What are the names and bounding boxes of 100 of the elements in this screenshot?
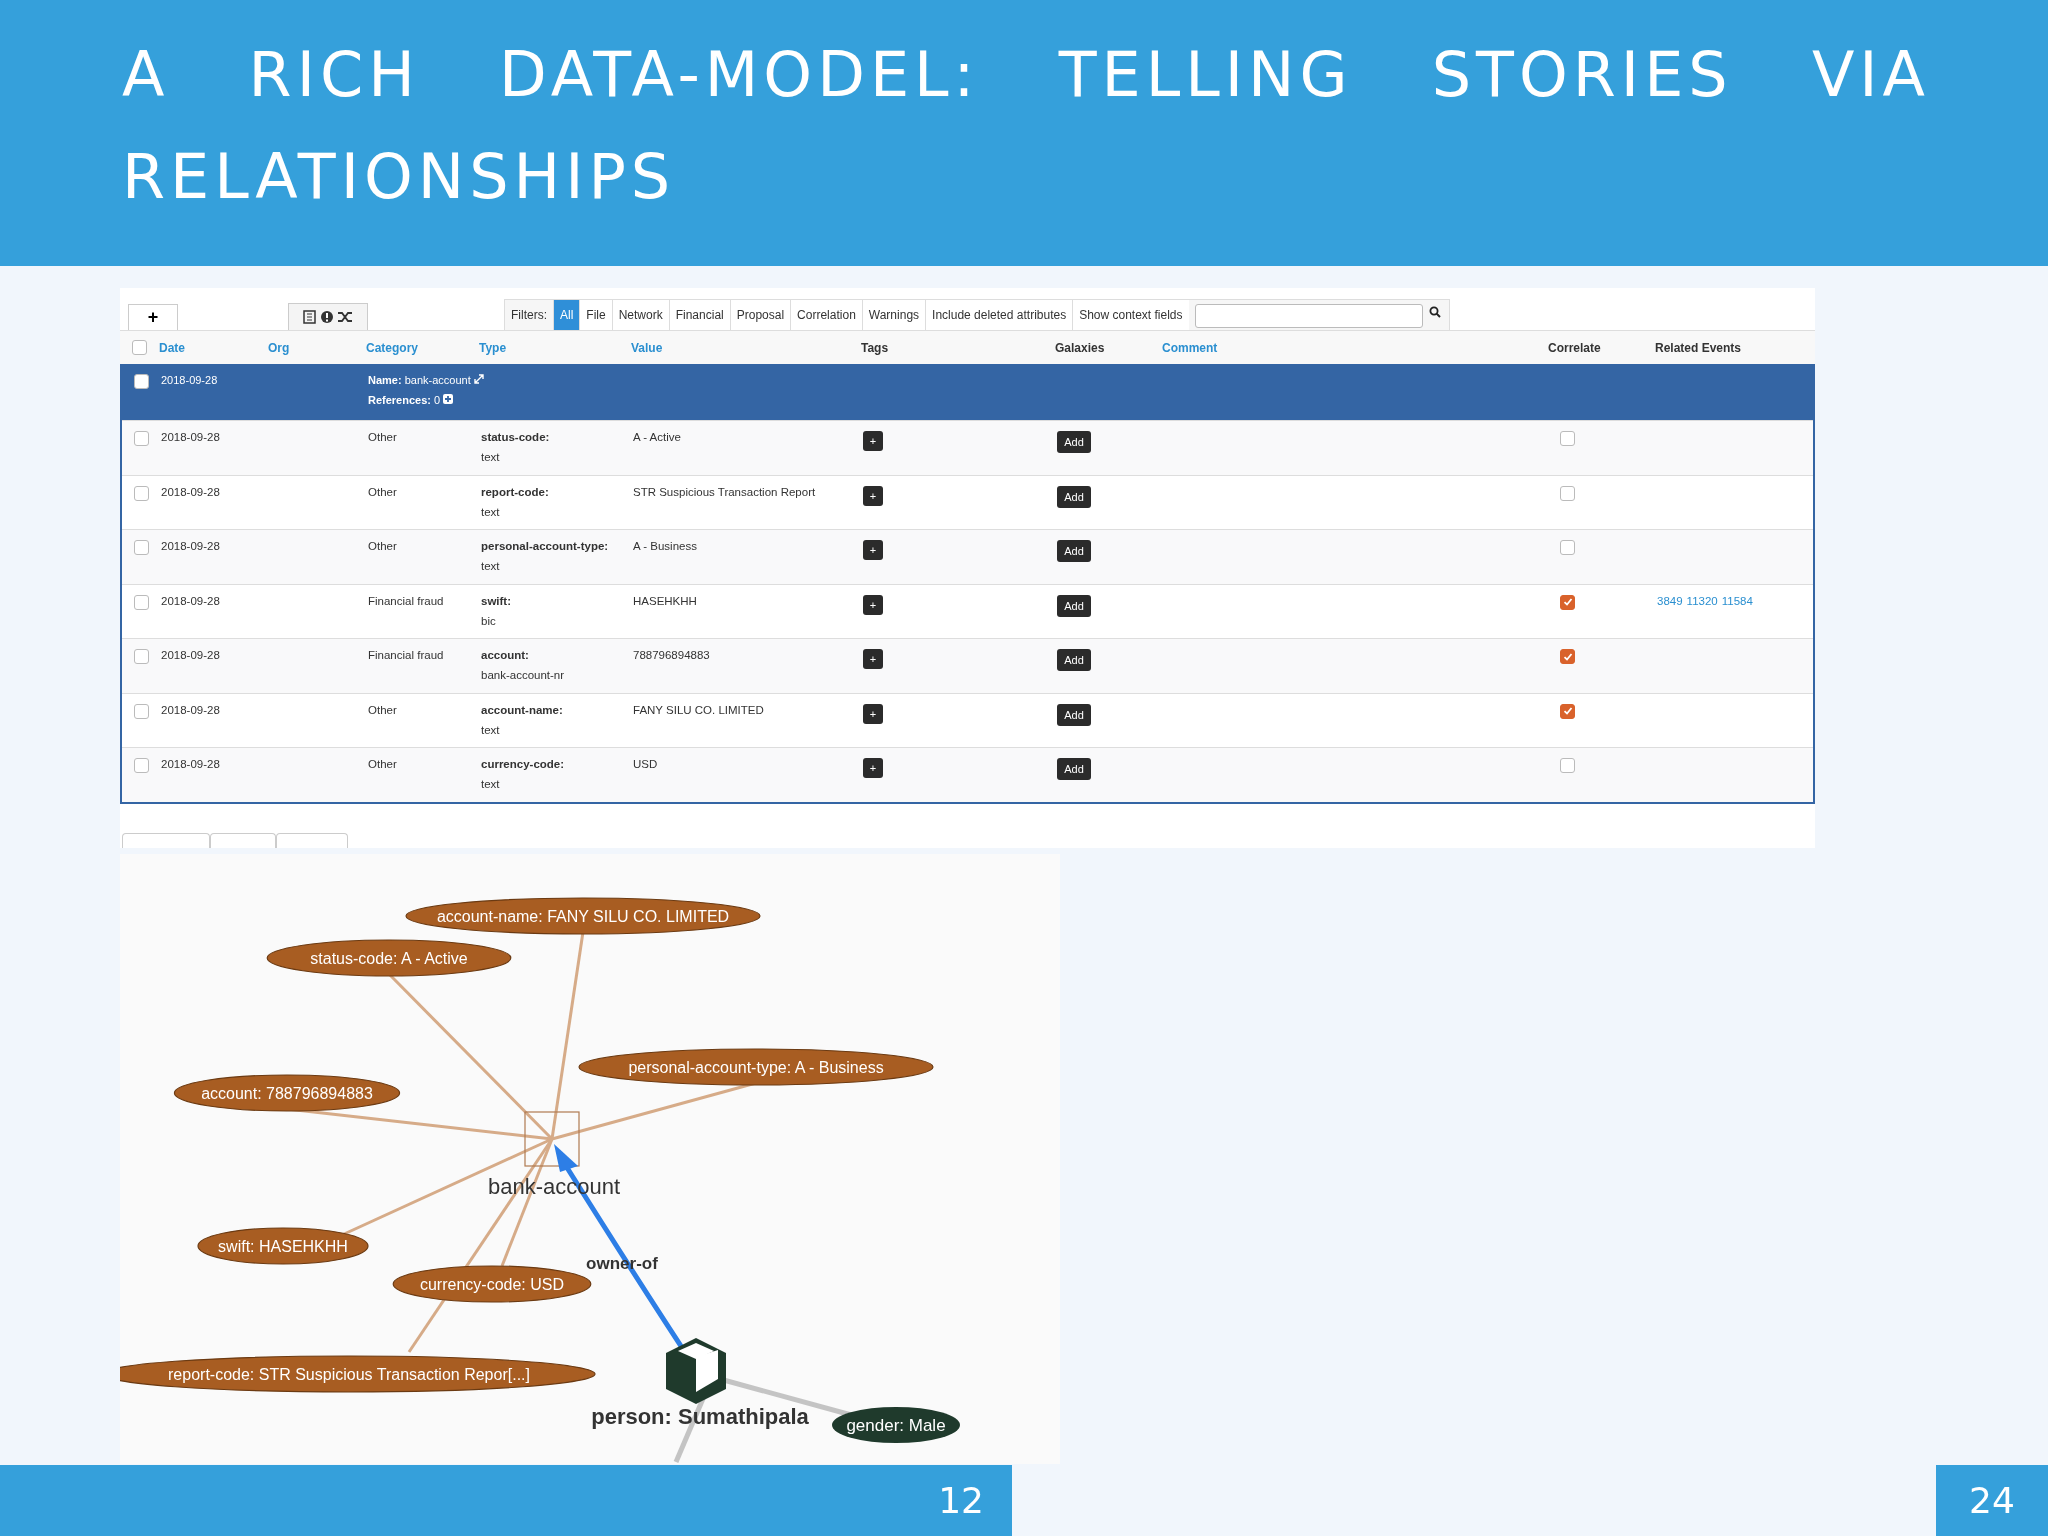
type-label: account: [481,649,530,661]
add-tag-button[interactable]: + [863,540,883,560]
attribute-node[interactable]: account: 788796894883 [173,1074,401,1112]
correlate-checkbox[interactable] [1560,431,1575,446]
type-label: account-name: [481,703,564,716]
check-icon [1562,597,1573,607]
row-checkbox[interactable] [134,374,149,389]
type-label: report-code: [481,485,550,498]
filter-tab[interactable]: Show context fields [1072,300,1189,330]
add-galaxy-button[interactable]: Add [1057,594,1091,617]
value-cell-text: 788796894883 [633,649,711,661]
filter-tab[interactable]: Proposal [729,300,791,330]
search-field[interactable] [1194,304,1423,328]
category-cell-text: Other [368,485,398,498]
date-cell-text: 2018-09-28 [161,374,219,386]
filter-tab[interactable]: Financial [668,300,730,330]
related-event-link[interactable]: 11584 [1721,594,1753,607]
filter-tab[interactable]: Include deleted attributes [925,300,1073,330]
add-tag-button[interactable]: + [863,758,883,778]
slide-title: A RICH DATA-MODEL: TELLING STORIES VIA RELATIONSHIPS [122,37,1930,215]
type-label: personal-account-type: [481,540,610,552]
check-icon [1562,706,1573,716]
add-tag-button[interactable]: + [863,594,883,615]
add-galaxy-button[interactable]: Add [1057,485,1091,508]
add-galaxy-button[interactable]: Add [1057,431,1091,453]
row-checkbox[interactable] [134,758,149,773]
type-subtype: text [481,451,501,463]
value-cell-text: A - Business [633,540,698,552]
add-tag-button[interactable]: + [863,703,883,724]
add-tag-button[interactable]: + [863,649,883,669]
warning-icon[interactable] [320,310,334,324]
plus-icon[interactable] [443,394,454,404]
row-checkbox[interactable] [134,649,149,664]
object-node[interactable] [524,1111,580,1167]
value-cell-text: STR Suspicious Transaction Report [633,485,817,498]
page-number: 12 [0,1465,1012,1536]
correlate-checkbox[interactable] [1560,485,1575,501]
filter-tab[interactable]: Network [611,300,669,330]
type-subtype: bic [481,614,497,627]
row-checkbox[interactable] [134,703,149,719]
attribute-node[interactable]: report-code: STR Suspicious Transaction Repor[...] [120,1355,596,1393]
category-cell-text: Other [368,703,398,716]
value-cell-text: HASEHKHH [633,594,698,607]
select-all-checkbox[interactable] [132,340,147,355]
date-cell-text: 2018-09-28 [161,649,221,661]
correlate-checkbox[interactable] [1560,758,1575,773]
attribute-node[interactable]: account-name: FANY SILU CO. LIMITED [405,897,761,935]
related-event-link[interactable]: 3849 [1657,594,1683,607]
attribute-node[interactable]: personal-account-type: A - Business [578,1048,934,1086]
add-tag-button[interactable]: + [863,431,883,451]
add-galaxy-button[interactable]: Add [1057,758,1091,780]
graph-tab[interactable] [210,833,276,848]
type-subtype: text [481,505,501,518]
graph-tab[interactable] [122,833,210,848]
graph-canvas[interactable] [120,854,1060,1464]
row-checkbox[interactable] [134,431,149,446]
cube-icon[interactable] [666,1338,726,1404]
date-cell-text: 2018-09-28 [161,540,221,552]
view-options-tab[interactable] [288,303,368,330]
column-header: Related Events [1655,340,1742,355]
row-checkbox[interactable] [134,594,149,610]
filters-label: Filters: [510,307,548,324]
type-label: currency-code: [481,758,566,770]
date-cell-text: 2018-09-28 [161,594,221,607]
search-icon[interactable] [1428,306,1441,318]
correlate-checkbox[interactable] [1560,540,1575,555]
filter-tab[interactable]: Correlation [790,300,862,330]
filter-tab[interactable]: Warnings [861,300,926,330]
graph-tab[interactable] [276,833,348,848]
attribute-node[interactable]: status-code: A - Active [266,939,512,977]
add-button[interactable]: + [128,304,178,330]
add-galaxy-button[interactable]: Add [1057,703,1091,726]
attribute-node[interactable]: gender: Male [832,1407,960,1443]
correlate-checkbox[interactable] [1560,594,1575,610]
value-cell-text: A - Active [633,431,682,443]
expand-icon[interactable] [473,374,484,384]
list-icon[interactable] [303,310,317,324]
check-icon [1562,651,1573,662]
add-tag-button[interactable]: + [863,485,883,506]
correlate-checkbox[interactable] [1560,649,1575,664]
row-checkbox[interactable] [134,540,149,555]
page-number: 24 [1936,1465,2048,1536]
related-event-link[interactable]: 11320 [1686,594,1718,607]
type-subtype: text [481,778,501,790]
category-cell-text: Financial fraud [368,649,445,661]
category-cell-text: Other [368,758,398,770]
attribute-node[interactable]: swift: HASEHKHH [197,1227,369,1265]
add-galaxy-button[interactable]: Add [1057,649,1091,671]
filter-tab[interactable]: File [579,300,612,330]
person-label: person: Sumathipala [591,1404,809,1429]
date-cell-text: 2018-09-28 [161,703,221,716]
add-galaxy-button[interactable]: Add [1057,540,1091,562]
object-references: References: 0 [368,394,863,406]
shuffle-icon[interactable] [337,310,353,324]
value-cell-text: FANY SILU CO. LIMITED [633,703,765,716]
category-cell-text: Other [368,431,398,443]
object-name: Name: bank-account [368,374,863,386]
value-cell-text: USD [633,758,659,770]
row-checkbox[interactable] [134,485,149,501]
correlate-checkbox[interactable] [1560,703,1575,719]
